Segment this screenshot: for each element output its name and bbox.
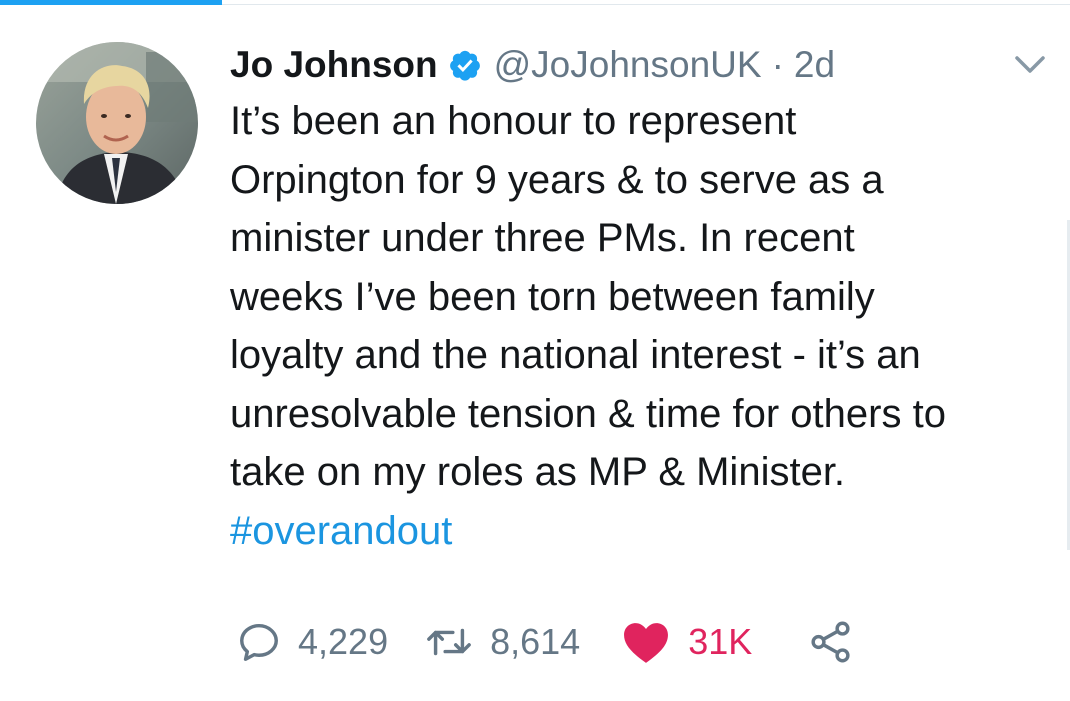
chevron-down-icon[interactable]	[1012, 52, 1048, 76]
display-name[interactable]: Jo Johnson	[230, 44, 438, 86]
retweet-icon	[427, 628, 471, 656]
retweet-count: 8,614	[490, 621, 581, 662]
top-divider	[222, 4, 1070, 5]
handle[interactable]: @JoJohnsonUK	[494, 44, 762, 86]
tweet-text: It’s been an honour to represent Orpingt…	[230, 92, 1060, 560]
timestamp[interactable]: 2d	[794, 44, 835, 86]
verified-badge-icon	[449, 50, 480, 81]
tweet-text-line: It’s been an honour to represent	[230, 99, 797, 143]
tweet-text-line: loyalty and the national interest - it’s…	[230, 333, 921, 377]
tweet-header: Jo Johnson @JoJohnsonUK · 2d	[230, 40, 835, 90]
tweet-text-line: minister under three PMs. In recent	[230, 216, 855, 260]
tweet-actions: 4,229 8,614 31K	[236, 612, 854, 672]
hashtag-link[interactable]: #overandout	[230, 502, 1060, 561]
heart-icon	[624, 623, 669, 663]
avatar[interactable]	[36, 42, 198, 204]
avatar-photo	[36, 42, 198, 204]
like-count: 31K	[688, 621, 753, 662]
share-button[interactable]	[808, 619, 854, 665]
reply-count: 4,229	[298, 621, 389, 662]
reply-button[interactable]: 4,229	[236, 619, 388, 665]
active-tab-indicator	[0, 0, 222, 5]
share-icon	[811, 621, 850, 663]
tweet-text-line: Orpington for 9 years & to serve as a	[230, 157, 884, 202]
retweet-button[interactable]: 8,614	[424, 619, 580, 665]
reply-icon	[240, 623, 278, 661]
tweet-text-line: weeks I’ve been torn between family	[230, 274, 875, 319]
separator-dot: ·	[771, 44, 784, 85]
tweet-text-line: take on my roles as MP & Minister.	[230, 450, 846, 494]
tweet-text-line: unresolvable tension & time for others t…	[230, 391, 946, 436]
like-button[interactable]: 31K	[620, 619, 752, 665]
